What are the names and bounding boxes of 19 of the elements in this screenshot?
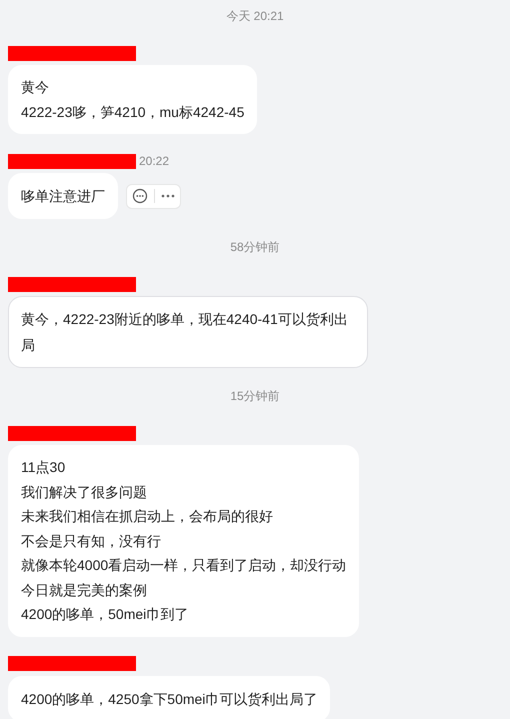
message-text: 哆单注意进厂 — [21, 187, 105, 206]
message-text: 黄今，4222-23附近的哆单，现在4240-41可以货利出局 — [21, 310, 349, 355]
more-icon — [161, 194, 175, 198]
message-actions[interactable] — [126, 184, 181, 208]
timestamp: 15分钟前 — [230, 388, 280, 405]
message-text: 不会是只有知，没有行 — [21, 532, 162, 550]
message-text: 11点30 — [21, 458, 66, 477]
message-text: 未来我们相信在抓启动上，会布局的很好 — [21, 507, 274, 526]
message-text: 4200的哆单，50mei巾到了 — [21, 605, 190, 624]
message-text: 就像本轮4000看启动一样，只看到了启动，却没行动 — [21, 556, 346, 575]
message-text: 4200的哆单，4250拿下50mei巾可以货利出局了 — [21, 690, 318, 708]
comment-icon — [132, 188, 148, 204]
timestamp: 58分钟前 — [230, 239, 280, 256]
message-text: 4222-23哆，笋4210，mu标4242-45 — [21, 102, 244, 122]
message-text: 今日就是完美的案例 — [21, 580, 148, 600]
message-time: 20:22 — [139, 153, 170, 170]
timestamp: 今天 20:21 — [226, 8, 284, 25]
message-text: 黄今 — [21, 78, 50, 97]
message-text: 我们解决了很多问题 — [21, 482, 148, 502]
